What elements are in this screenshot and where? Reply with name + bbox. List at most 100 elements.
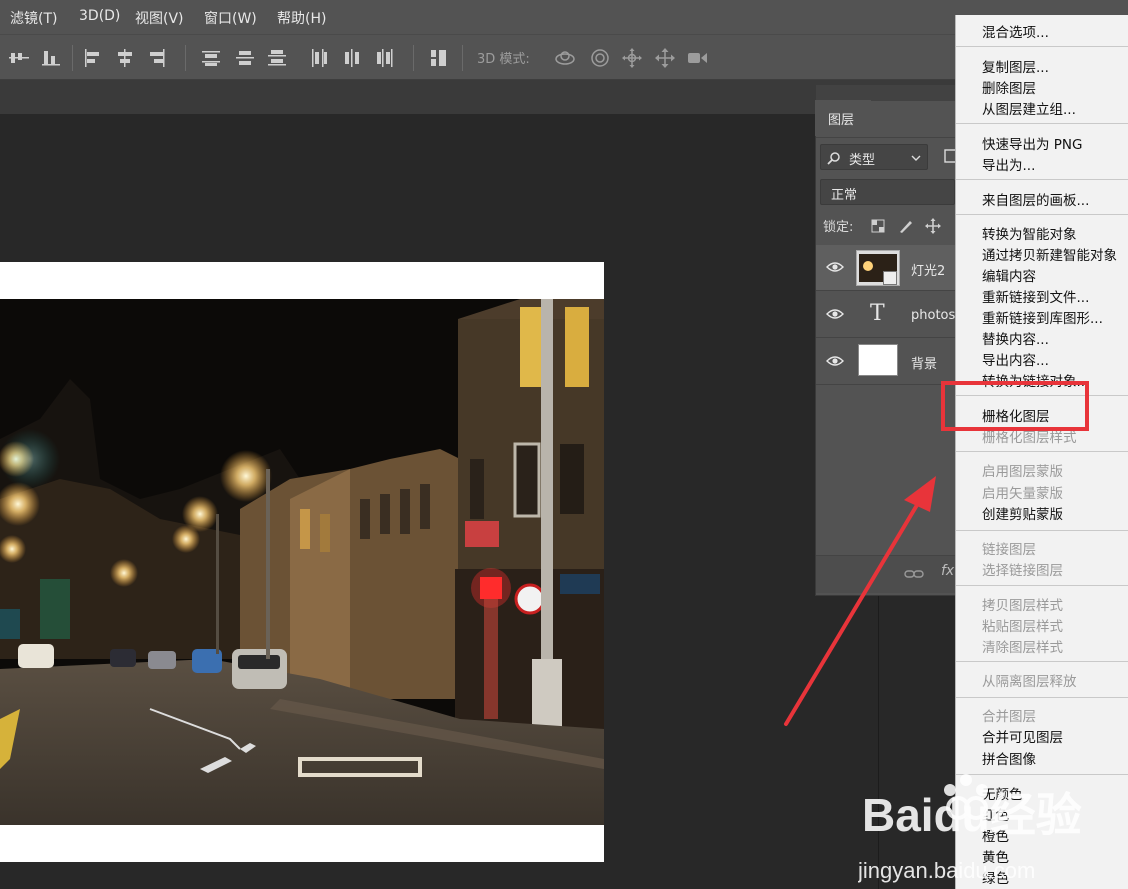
menu-3d[interactable]: 3D(D) [79,8,120,24]
layer-row[interactable]: 灯光2 [816,245,958,291]
layer-filter-dropdown[interactable]: 类型 [820,144,928,170]
blend-mode-value: 正常 [831,188,858,203]
menu-item-yellow[interactable]: 黄色 [982,846,1009,866]
divider [956,661,1128,662]
layer-thumbnail [856,250,900,286]
divider [816,137,959,138]
divider [956,774,1128,775]
tab-layers[interactable]: 图层 [815,100,871,136]
menu-window[interactable]: 窗口(W) [204,8,257,28]
divider [956,697,1128,698]
layer-name: photos [911,308,956,323]
menu-item-flatten-image[interactable]: 拼合图像 [982,748,1036,768]
align-horizontal-centers-icon[interactable] [114,47,136,69]
visibility-eye-icon[interactable] [826,260,844,274]
blend-mode-dropdown[interactable]: 正常 [820,179,955,205]
menu-item-clear-layer-style: 清除图层样式 [982,640,1063,656]
divider [185,45,186,71]
distribute-horizontal-centers-icon[interactable] [341,47,363,69]
divider [956,179,1128,180]
menu-item-group-from-layers[interactable]: 从图层建立组... [982,98,1076,118]
distribute-vertical-centers-icon[interactable] [234,47,256,69]
lock-transparent-pixels-icon[interactable] [870,218,886,234]
menu-item-select-linked-layers: 选择链接图层 [982,563,1063,579]
menu-filter[interactable]: 滤镜(T) [10,8,57,28]
lock-position-icon[interactable] [925,218,941,234]
divider [72,45,73,71]
highlight-box [941,381,1089,431]
menu-help[interactable]: 帮助(H) [277,8,326,28]
menu-item-replace-contents[interactable]: 替换内容... [982,328,1049,348]
divider [956,530,1128,531]
distribute-left-icon[interactable] [308,47,330,69]
auto-align-layers-icon[interactable] [428,47,450,69]
divider [956,585,1128,586]
pointer-arrow-icon [784,476,936,726]
layer-row[interactable]: 背景 [816,339,958,385]
slide-3d-icon[interactable] [654,47,676,69]
menu-item-relink-to-file[interactable]: 重新链接到文件... [982,286,1089,306]
menu-item-duplicate-layer[interactable]: 复制图层... [982,56,1049,76]
roll-3d-icon[interactable] [589,47,611,69]
align-bottom-edges-icon[interactable] [40,47,62,69]
menu-item-release-from-isolation: 从隔离图层释放 [982,674,1077,690]
pan-3d-icon[interactable] [621,47,643,69]
menu-item-relink-to-library-graphic[interactable]: 重新链接到库图形... [982,307,1103,327]
night-street-photo [0,299,604,825]
menu-item-orange[interactable]: 橙色 [982,825,1009,845]
divider [462,45,463,71]
orbit-3d-icon[interactable] [554,47,576,69]
scale-3d-icon[interactable] [686,47,708,69]
thumbnail-light [863,261,873,271]
menu-item-red[interactable]: 红色 [982,804,1009,824]
lock-image-pixels-icon[interactable] [898,218,914,234]
menu-item-artboard-from-layers[interactable]: 来自图层的画板... [982,189,1089,209]
filter-kind-label: 类型 [849,153,876,168]
3d-mode-label: 3D 模式: [477,52,530,67]
menu-item-green[interactable]: 绿色 [982,867,1009,887]
menu-item-new-smart-object-via-copy[interactable]: 通过拷贝新建智能对象 [982,244,1117,264]
search-icon [827,152,840,165]
divider [956,46,1128,47]
menu-item-edit-contents[interactable]: 编辑内容 [982,265,1036,285]
menu-item-paste-layer-style: 粘贴图层样式 [982,619,1063,635]
distribute-right-icon[interactable] [374,47,396,69]
visibility-eye-icon[interactable] [826,354,844,368]
layer-name: 背景 [911,357,938,372]
visibility-eye-icon[interactable] [826,307,844,321]
menu-item-export-contents[interactable]: 导出内容... [982,349,1049,369]
menu-item-copy-layer-style: 拷贝图层样式 [982,598,1063,614]
align-right-edges-icon[interactable] [146,47,168,69]
smart-object-badge-icon [883,271,897,285]
menu-item-create-clipping-mask[interactable]: 创建剪贴蒙版 [982,503,1063,523]
menu-item-quick-export-png[interactable]: 快速导出为 PNG [982,133,1083,153]
menu-item-enable-layer-mask: 启用图层蒙版 [982,464,1063,480]
text-layer-icon: T [870,301,885,326]
divider [956,123,1128,124]
menu-item-convert-to-smart-object[interactable]: 转换为智能对象 [982,223,1077,243]
chevron-down-icon [911,155,921,161]
layer-thumbnail [858,344,898,376]
divider [956,214,1128,215]
menu-item-merge-layers: 合并图层 [982,709,1036,725]
divider [413,45,414,71]
panel-header [816,85,959,101]
divider [956,451,1128,452]
layer-name: 灯光2 [911,264,946,279]
lock-label: 锁定: [823,220,854,235]
distribute-top-icon[interactable] [200,47,222,69]
menu-view[interactable]: 视图(V) [135,8,184,28]
layer-context-menu: 混合选项... 复制图层... 删除图层 从图层建立组... 快速导出为 PNG… [955,15,1128,889]
align-top-edges-icon[interactable] [8,47,30,69]
align-left-edges-icon[interactable] [82,47,104,69]
menu-item-enable-vector-mask: 启用矢量蒙版 [982,486,1063,502]
menu-item-link-layers: 链接图层 [982,542,1036,558]
menu-item-export-as[interactable]: 导出为... [982,154,1035,174]
menu-item-blending-options[interactable]: 混合选项... [982,21,1049,41]
menu-item-delete-layer[interactable]: 删除图层 [982,77,1036,97]
distribute-bottom-icon[interactable] [266,47,288,69]
tab-layers-label: 图层 [828,113,855,128]
menu-item-no-color[interactable]: 无颜色 [982,783,1023,803]
menu-item-merge-visible[interactable]: 合并可见图层 [982,726,1063,746]
layer-row[interactable]: T photos [816,292,958,338]
